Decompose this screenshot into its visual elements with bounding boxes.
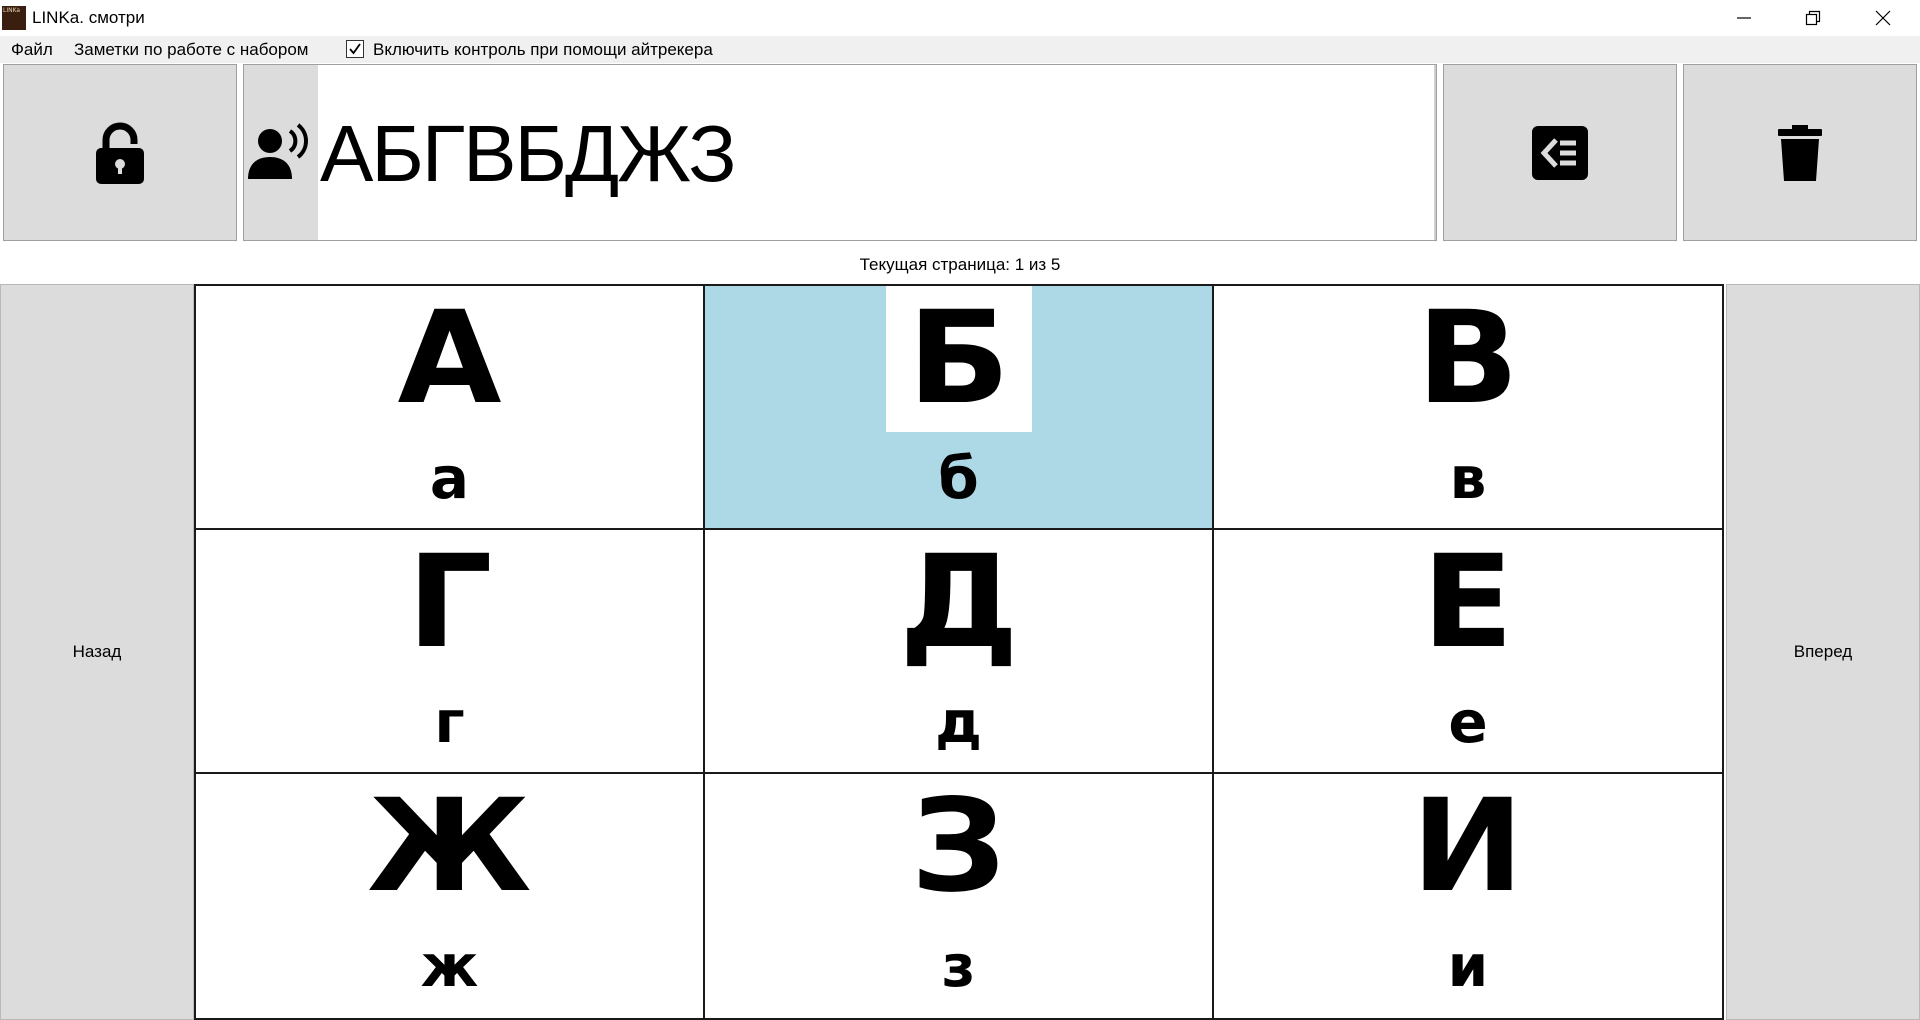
lock-button[interactable] [3, 64, 237, 241]
card-upper-box: Г [377, 530, 523, 676]
backspace-button[interactable] [1443, 64, 1677, 241]
eyetracker-checkbox[interactable] [346, 40, 364, 58]
minimize-icon [1737, 17, 1751, 19]
card-lowercase: в [1449, 444, 1487, 512]
forward-button[interactable]: Вперед [1726, 284, 1920, 1020]
card-upper-box: Д [886, 530, 1032, 676]
speak-button[interactable] [244, 65, 318, 240]
card-lowercase: з [941, 932, 976, 1000]
card-uppercase: В [1416, 286, 1520, 433]
card-lowercase: г [434, 688, 465, 756]
card-upper-box: Е [1395, 530, 1541, 676]
typed-text: АБГВБДЖЗ [320, 109, 737, 198]
title-bar: LINKa LINKa. смотри [0, 0, 1920, 36]
card-lowercase: д [935, 688, 982, 756]
eyetracker-label[interactable]: Включить контроль при помощи айтрекера [373, 39, 713, 60]
speaker-person-icon [248, 122, 308, 179]
card-uppercase: Г [406, 530, 493, 677]
card-uppercase: А [397, 286, 502, 433]
restore-button[interactable] [1779, 0, 1847, 36]
card-cell[interactable]: В в [1214, 286, 1722, 528]
page-indicator: Текущая страница: 1 из 5 [859, 255, 1061, 274]
card-cell[interactable]: З з [705, 774, 1212, 1018]
card-cell-selected[interactable]: Б б [705, 286, 1212, 528]
window-title: LINKa. смотри [32, 8, 145, 27]
text-area-edge [1434, 65, 1436, 240]
app-logo: LINKa [2, 6, 26, 30]
card-grid: А а Б б В в Г г Д д Е е Ж ж З з И и [194, 284, 1724, 1020]
card-uppercase: Ж [367, 774, 532, 921]
card-cell[interactable]: И и [1214, 774, 1722, 1018]
minimize-button[interactable] [1710, 0, 1778, 36]
menu-notes[interactable]: Заметки по работе с набором [74, 39, 308, 60]
card-upper-box: В [1395, 286, 1541, 432]
card-uppercase: Е [1422, 530, 1514, 677]
card-cell[interactable]: Е е [1214, 530, 1722, 772]
close-button[interactable] [1849, 0, 1917, 36]
card-lowercase: ж [420, 932, 479, 1000]
checkmark-icon [349, 43, 361, 55]
card-upper-box: Б [885, 286, 1032, 433]
card-uppercase: Д [898, 530, 1019, 677]
back-label: Назад [72, 642, 122, 661]
card-lowercase: а [429, 444, 470, 512]
back-button[interactable]: Назад [0, 284, 194, 1020]
menu-file[interactable]: Файл [11, 39, 53, 60]
card-upper-box: З [886, 774, 1032, 920]
card-uppercase: З [910, 774, 1007, 921]
card-cell[interactable]: Г г [196, 530, 703, 772]
clear-button[interactable] [1683, 64, 1917, 241]
unlock-icon [96, 122, 144, 184]
restore-icon [1805, 10, 1821, 26]
forward-label: Вперед [1793, 642, 1853, 661]
card-cell[interactable]: Д д [705, 530, 1212, 772]
close-icon [1875, 10, 1891, 26]
card-cell[interactable]: Ж ж [196, 774, 703, 1018]
card-upper-box: А [377, 286, 523, 432]
card-lowercase: е [1448, 688, 1488, 756]
card-uppercase: Б [907, 286, 1010, 433]
card-upper-box: И [1395, 774, 1541, 920]
card-lowercase: и [1447, 932, 1489, 1000]
card-uppercase: И [1411, 774, 1525, 921]
card-upper-box: Ж [367, 774, 532, 920]
menu-bar: Файл Заметки по работе с набором Включит… [0, 36, 1920, 63]
card-cell[interactable]: А а [196, 286, 703, 528]
card-lowercase: б [938, 444, 979, 512]
trash-icon [1778, 124, 1822, 181]
backspace-icon [1532, 125, 1588, 180]
text-output-area: АБГВБДЖЗ [243, 64, 1437, 241]
